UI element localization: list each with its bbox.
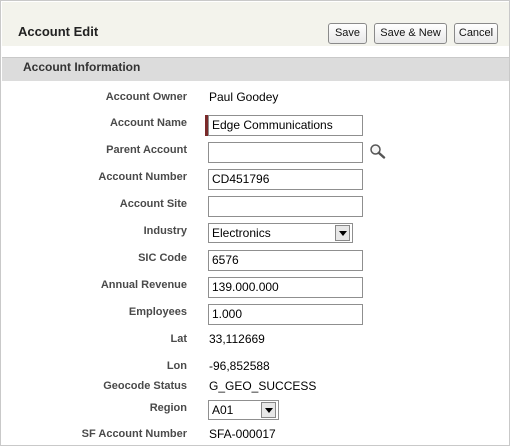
- account-edit-panel: Account Edit Save Save & New Cancel Acco…: [0, 0, 510, 446]
- geocode-status-label: Geocode Status: [103, 380, 187, 392]
- annual-revenue-label: Annual Revenue: [100, 279, 187, 291]
- sic-code-input[interactable]: 6576: [208, 250, 363, 271]
- magnifier-icon[interactable]: [369, 143, 387, 159]
- lat-value: 33,112669: [209, 332, 265, 346]
- industry-label: Industry: [143, 225, 187, 237]
- account-name-label: Account Name: [109, 117, 187, 129]
- parent-account-input[interactable]: [208, 142, 363, 163]
- chevron-down-icon[interactable]: [261, 402, 276, 418]
- save-and-new-button[interactable]: Save & New: [374, 23, 447, 44]
- geocode-status-value: G_GEO_SUCCESS: [209, 379, 317, 393]
- account-number-input[interactable]: CD451796: [208, 169, 363, 190]
- industry-select[interactable]: Electronics: [208, 223, 353, 243]
- employees-input[interactable]: 1.000: [208, 304, 363, 325]
- industry-selected-value: Electronics: [212, 226, 271, 240]
- page-title: Account Edit: [18, 24, 99, 39]
- sic-code-label: SIC Code: [138, 252, 187, 264]
- account-number-label: Account Number: [98, 171, 187, 183]
- section-title: Account Information: [23, 60, 141, 74]
- account-site-input[interactable]: [208, 196, 363, 217]
- sf-account-number-value: SFA-000017: [209, 427, 276, 441]
- lon-label: Lon: [166, 360, 187, 372]
- sf-account-number-label: SF Account Number: [81, 428, 187, 440]
- cancel-button[interactable]: Cancel: [454, 23, 498, 44]
- save-button[interactable]: Save: [328, 23, 367, 44]
- account-site-label: Account Site: [119, 198, 187, 210]
- annual-revenue-input[interactable]: 139.000.000: [208, 277, 363, 298]
- region-selected-value: A01: [212, 403, 234, 417]
- account-owner-label: Account Owner: [105, 91, 187, 103]
- chevron-down-icon[interactable]: [335, 225, 350, 241]
- account-owner-value: Paul Goodey: [209, 90, 279, 104]
- account-name-input[interactable]: Edge Communications: [208, 115, 363, 136]
- region-label: Region: [149, 402, 187, 414]
- region-select[interactable]: A01: [208, 400, 279, 420]
- lat-label: Lat: [170, 333, 188, 345]
- parent-account-label: Parent Account: [106, 144, 187, 156]
- employees-label: Employees: [128, 306, 187, 318]
- lon-value: -96,852588: [209, 359, 270, 373]
